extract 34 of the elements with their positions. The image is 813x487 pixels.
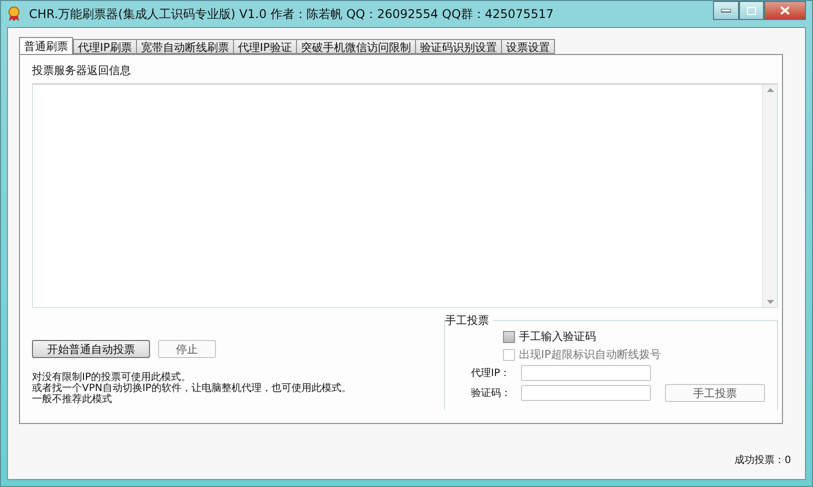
maximize-button[interactable] [739, 1, 764, 20]
scroll-down-icon[interactable] [766, 300, 774, 304]
checkbox[interactable] [503, 330, 515, 342]
window-title: CHR.万能刷票器(集成人工识码专业版) V1.0 作者：陈若帆 QQ：26092554 QQ群：425075517 [29, 6, 555, 22]
scroll-up-icon[interactable] [766, 88, 774, 92]
tab[interactable]: 宽带自动断线刷票 [136, 39, 234, 54]
tab[interactable]: 验证码识别设置 [414, 39, 502, 54]
maximize-icon [747, 6, 756, 14]
tab[interactable]: 设票设置 [500, 39, 555, 54]
group-title: 手工投票 [445, 313, 493, 328]
close-button[interactable] [764, 1, 806, 20]
medal-icon [7, 6, 21, 22]
group-title: 投票服务器返回信息 [32, 63, 132, 78]
input-field[interactable] [521, 365, 651, 381]
minimize-icon [721, 8, 731, 12]
status-text: 成功投票：0 [734, 454, 791, 467]
scrollbar[interactable] [762, 85, 777, 307]
start-button[interactable]: 开始普通自动投票 [32, 340, 150, 358]
field-label: 代理IP： [471, 367, 511, 380]
tab[interactable]: 代理IP刷票 [73, 39, 137, 54]
close-icon [780, 6, 790, 15]
tab[interactable]: 代理IP验证 [232, 39, 297, 54]
tab[interactable]: 突破手机微信访问限制 [296, 39, 416, 54]
tab[interactable]: 普通刷票 [19, 37, 73, 54]
minimize-button[interactable] [713, 1, 739, 20]
field-label: 验证码： [471, 387, 512, 400]
checkbox-label: 手工输入验证码 [519, 329, 596, 344]
note-text: 或者找一个VPN自动切换IP的软件，让电脑整机代理，也可使用此模式。 [32, 383, 352, 394]
checkbox-label: 出现IP超限标识自动断线拨号 [519, 347, 661, 362]
note-text: 一般不推荐此模式 [32, 394, 113, 405]
stop-button[interactable]: 停止 [158, 340, 216, 358]
note-text: 对没有限制IP的投票可使用此模式。 [32, 372, 192, 383]
manual-vote-button[interactable]: 手工投票 [665, 384, 765, 402]
input-field[interactable] [521, 385, 651, 401]
